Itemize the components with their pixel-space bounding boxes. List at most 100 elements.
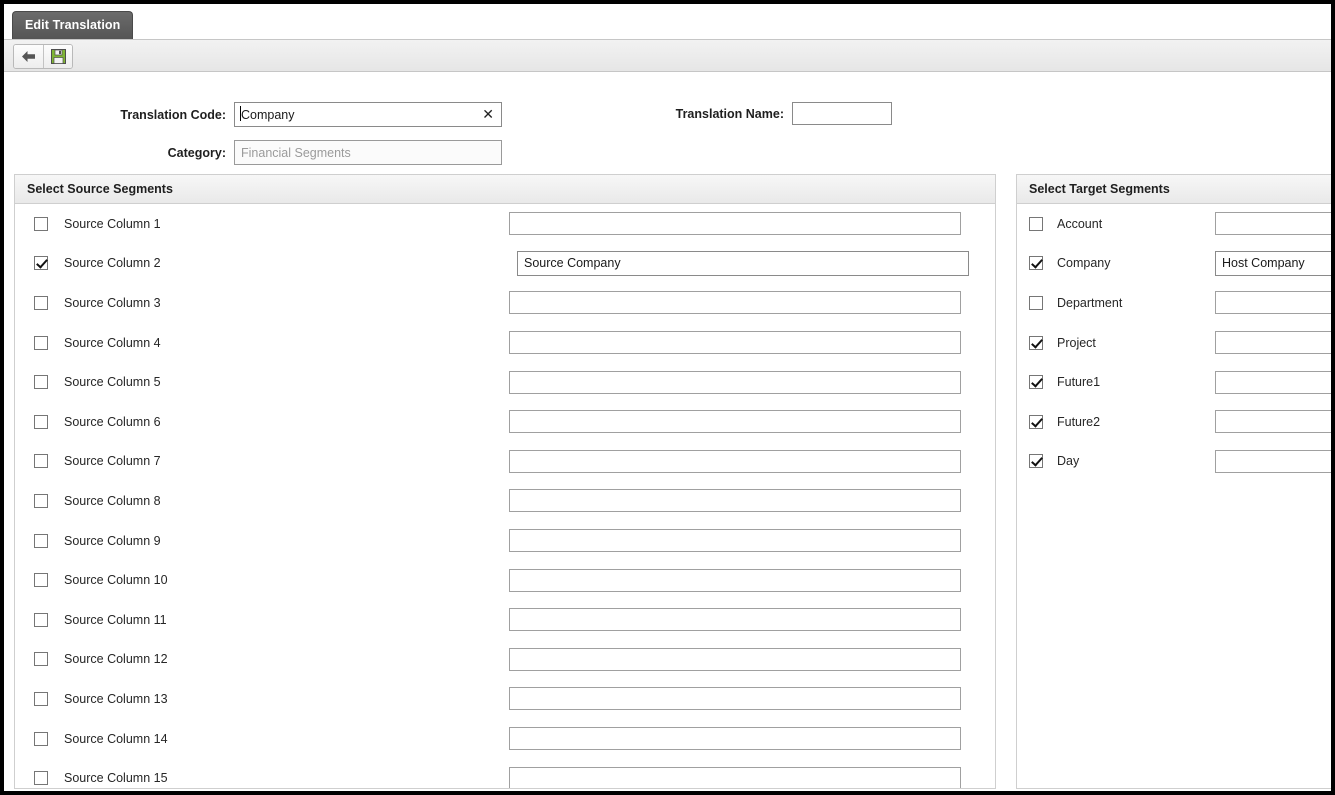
target-panel-body: Account Company Department Project Future1 Fu… — [1017, 204, 1331, 481]
target-segment-label: Future1 — [1057, 375, 1101, 390]
source-segment-value-input[interactable] — [509, 291, 961, 315]
target-segment-value-input[interactable] — [1215, 410, 1331, 434]
source-segment-label: Source Column 10 — [64, 573, 168, 588]
target-segment-checkbox[interactable] — [1029, 375, 1043, 390]
target-segment-checkbox[interactable] — [1029, 335, 1043, 350]
source-segment-label: Source Column 1 — [64, 216, 161, 231]
target-segment-checkbox[interactable] — [1029, 216, 1043, 231]
target-panel-header: Select Target Segments — [1017, 175, 1331, 204]
category-select-wrap: Financial Segments — [234, 140, 502, 165]
form-area: Translation Code: ✕ Translation Name: Ca… — [4, 72, 1331, 168]
save-floppy-icon — [50, 49, 66, 64]
target-segment-value-input[interactable] — [1215, 449, 1331, 473]
target-segment-row: Future1 — [1017, 362, 1331, 402]
target-segment-value-input[interactable] — [1215, 291, 1331, 315]
source-segment-value-input[interactable] — [509, 370, 961, 394]
target-segment-row: Company — [1017, 244, 1331, 284]
source-segment-checkbox[interactable] — [34, 612, 48, 627]
category-select[interactable]: Financial Segments — [234, 140, 502, 165]
source-segment-label: Source Column 2 — [64, 256, 161, 271]
translation-name-input[interactable] — [792, 102, 892, 125]
source-segment-label: Source Column 7 — [64, 454, 161, 469]
source-segment-value-input[interactable] — [509, 727, 961, 751]
source-segment-value-input[interactable] — [509, 489, 961, 513]
target-segments-panel: Select Target Segments Account Company Dep… — [1016, 174, 1331, 789]
source-segment-row: Source Column 4 — [15, 323, 995, 363]
source-segment-row: Source Column 9 — [15, 521, 995, 561]
source-segment-label: Source Column 12 — [64, 652, 168, 667]
source-segment-row: Source Column 7 — [15, 442, 995, 482]
target-segment-value-input[interactable] — [1215, 212, 1331, 236]
translation-name-row: Translation Name: — [654, 102, 892, 125]
tab-edit-translation[interactable]: Edit Translation — [12, 11, 134, 39]
source-segment-checkbox[interactable] — [34, 295, 48, 310]
source-segment-value-input[interactable] — [509, 529, 961, 553]
source-segment-value-input[interactable] — [509, 410, 961, 434]
source-segment-label: Source Column 4 — [64, 335, 161, 350]
source-panel-title: Select Source Segments — [27, 182, 173, 196]
target-segment-row: Future2 — [1017, 402, 1331, 442]
source-segment-checkbox[interactable] — [34, 493, 48, 508]
back-arrow-icon — [22, 51, 35, 62]
source-segment-row: Source Column 11 — [15, 600, 995, 640]
tab-strip: Edit Translation — [4, 4, 1331, 40]
source-segment-label: Source Column 8 — [64, 493, 161, 508]
source-panel-header: Select Source Segments — [15, 175, 995, 204]
target-segment-value-input[interactable] — [1215, 250, 1331, 276]
source-segment-label: Source Column 6 — [64, 414, 161, 429]
source-segment-label: Source Column 5 — [64, 375, 161, 390]
source-segment-value-input[interactable] — [509, 647, 961, 671]
source-segment-value-input[interactable] — [509, 568, 961, 592]
source-segment-checkbox[interactable] — [34, 533, 48, 548]
back-button[interactable] — [14, 45, 43, 68]
source-segment-row: Source Column 14 — [15, 719, 995, 759]
target-segment-checkbox[interactable] — [1029, 454, 1043, 469]
source-segment-value-input[interactable] — [517, 250, 969, 276]
category-label: Category: — [167, 145, 226, 160]
translation-code-input-wrap: ✕ — [234, 102, 502, 127]
source-panel-body: Source Column 1 Source Column 2 Source Col… — [15, 204, 995, 788]
target-segment-label: Department — [1057, 295, 1123, 310]
source-segment-value-input[interactable] — [509, 449, 961, 473]
source-segment-label: Source Column 3 — [64, 295, 161, 310]
category-row: Category: Financial Segments — [104, 140, 502, 165]
source-segment-checkbox[interactable] — [34, 731, 48, 746]
source-segment-checkbox[interactable] — [34, 454, 48, 469]
source-segment-checkbox[interactable] — [34, 771, 48, 786]
clear-icon[interactable]: ✕ — [482, 108, 494, 122]
source-segment-checkbox[interactable] — [34, 216, 48, 231]
source-segment-value-input[interactable] — [509, 608, 961, 632]
save-button[interactable] — [43, 45, 72, 68]
target-segment-checkbox[interactable] — [1029, 295, 1043, 310]
target-segment-label: Future2 — [1057, 414, 1101, 429]
target-segment-row: Department — [1017, 283, 1331, 323]
source-segment-label: Source Column 11 — [64, 612, 167, 627]
source-segment-row: Source Column 1 — [15, 204, 995, 244]
source-segment-checkbox[interactable] — [34, 414, 48, 429]
source-segment-row: Source Column 3 — [15, 283, 995, 323]
source-segment-value-input[interactable] — [509, 212, 961, 236]
source-segment-checkbox[interactable] — [34, 375, 48, 390]
application-frame: Edit Translation Translation Code: Compa… — [0, 0, 1335, 795]
source-segments-panel: Select Source Segments Source Column 1 So… — [14, 174, 996, 789]
target-segment-value-input[interactable] — [1215, 370, 1331, 394]
source-segment-value-input[interactable] — [509, 766, 961, 788]
source-segment-checkbox[interactable] — [34, 691, 48, 706]
source-segment-value-input[interactable] — [509, 687, 961, 711]
source-segment-label: Source Column 15 — [64, 771, 168, 786]
source-segment-checkbox[interactable] — [34, 335, 48, 350]
translation-code-input[interactable] — [234, 102, 502, 127]
target-segment-value-input[interactable] — [1215, 331, 1331, 355]
source-segment-checkbox[interactable] — [34, 256, 48, 271]
target-segment-checkbox[interactable] — [1029, 414, 1043, 429]
source-segment-row: Source Column 13 — [15, 679, 995, 719]
translation-name-label: Translation Name: — [675, 106, 784, 121]
source-segment-checkbox[interactable] — [34, 573, 48, 588]
source-segment-value-input[interactable] — [509, 331, 961, 355]
target-segment-checkbox[interactable] — [1029, 256, 1043, 271]
source-segment-checkbox[interactable] — [34, 652, 48, 667]
text-caret — [240, 106, 241, 121]
source-segment-label: Source Column 13 — [64, 691, 168, 706]
source-segment-row: Source Column 10 — [15, 560, 995, 600]
target-segment-label: Account — [1057, 216, 1103, 231]
